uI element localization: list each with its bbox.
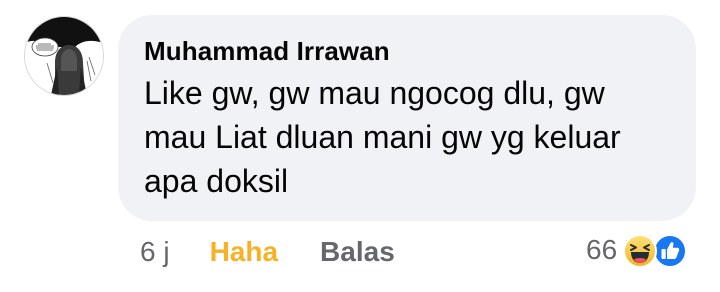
comment-bubble: Muhammad Irrawan Like gw, gw mau ngocog … [118, 15, 696, 221]
reaction-count: 66 [586, 234, 618, 265]
comment: Muhammad Irrawan Like gw, gw mau ngocog … [0, 0, 720, 292]
comment-text: Like gw, gw mau ngocog dlu, gw mau Liat … [144, 75, 621, 199]
comment-author[interactable]: Muhammad Irrawan [144, 35, 672, 67]
comment-actions: 6 j Haha Balas [140, 232, 395, 272]
reaction-icons [623, 232, 689, 268]
like-icon [653, 234, 688, 268]
reaction-summary[interactable]: 66 [586, 230, 689, 270]
haha-icon [623, 234, 658, 268]
haha-reaction-button[interactable]: Haha [210, 232, 278, 272]
avatar-image [25, 17, 103, 95]
avatar[interactable] [24, 16, 104, 96]
reply-button[interactable]: Balas [320, 232, 395, 272]
comment-timestamp[interactable]: 6 j [140, 232, 170, 272]
